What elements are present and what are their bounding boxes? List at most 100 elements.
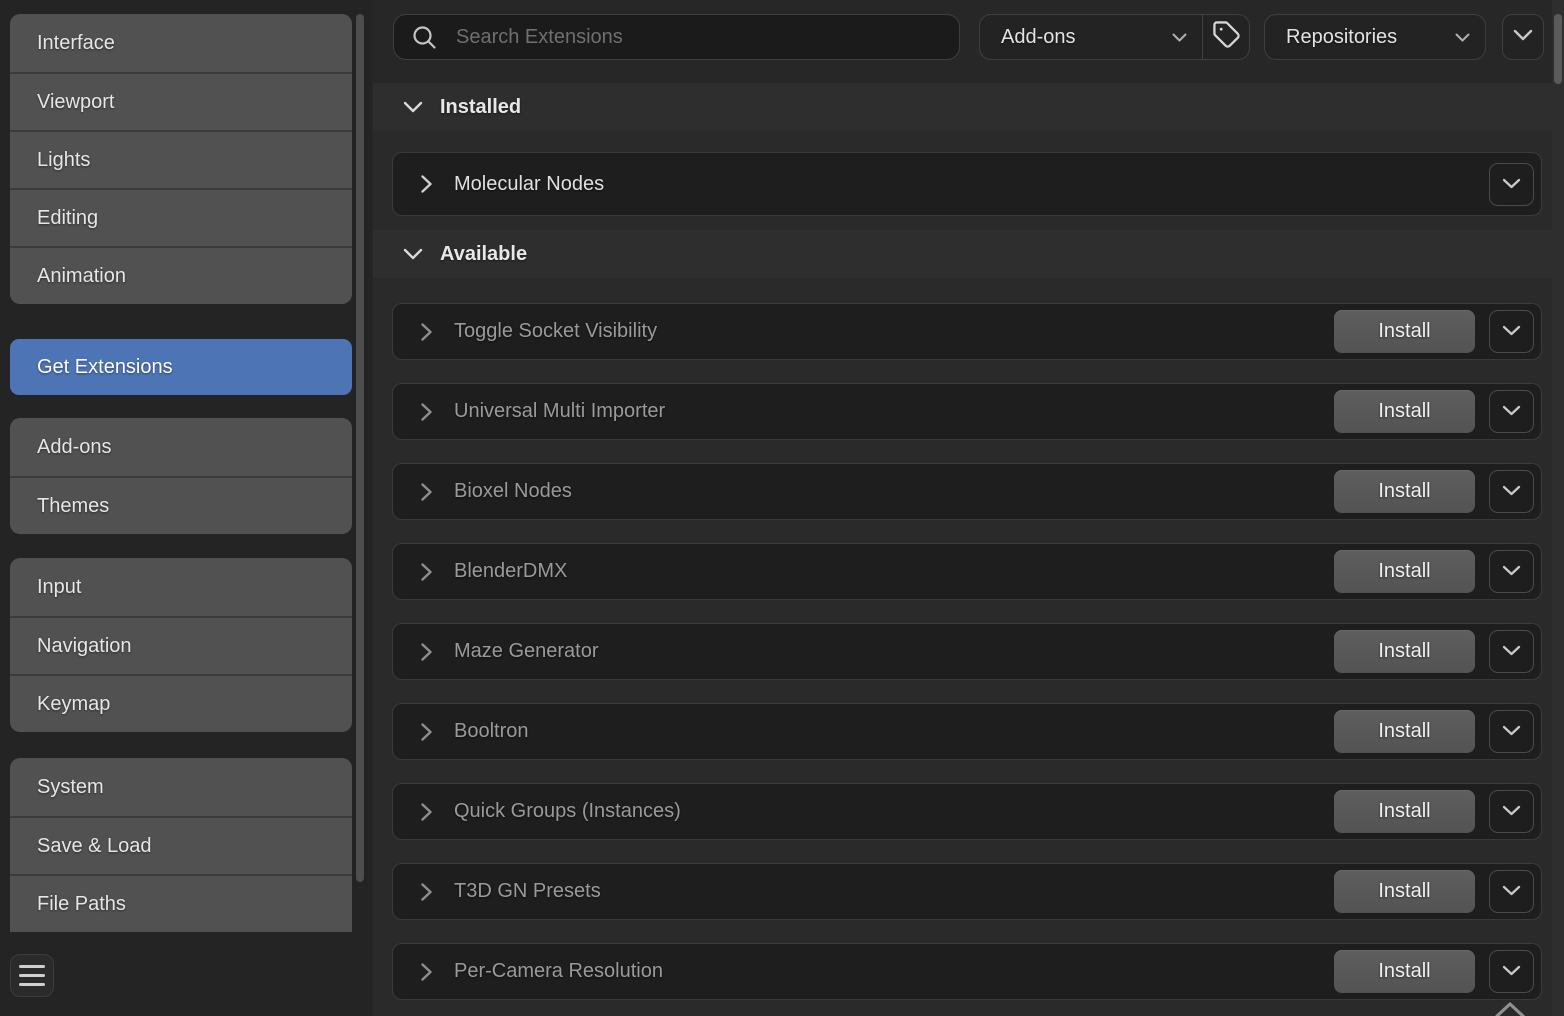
install-button[interactable]: Install <box>1334 950 1475 993</box>
extension-name: Maze Generator <box>454 640 599 663</box>
chevron-down-icon <box>403 248 423 260</box>
sidebar-scrollbar-thumb[interactable] <box>356 14 364 882</box>
search-icon <box>411 24 438 51</box>
search-input[interactable] <box>454 25 945 50</box>
extension-name: Quick Groups (Instances) <box>454 800 681 823</box>
extension-name: T3D GN Presets <box>454 880 601 903</box>
repositories-value: Repositories <box>1286 26 1397 49</box>
sidebar-item-label: File Paths <box>37 893 126 916</box>
sidebar-item-animation[interactable]: Animation <box>10 246 352 304</box>
preferences-sidebar: Interface Viewport Lights Editing Animat… <box>0 0 372 1016</box>
sidebar-item-label: Keymap <box>37 693 110 716</box>
tag-icon <box>1212 20 1241 54</box>
chevron-down-icon <box>1502 884 1521 899</box>
extension-options-dropdown[interactable] <box>1489 470 1534 513</box>
install-button[interactable]: Install <box>1334 310 1475 353</box>
chevron-right-icon <box>420 642 433 662</box>
preferences-menu-button[interactable] <box>10 954 54 997</box>
extension-row-toggle-socket-visibility[interactable]: Toggle Socket Visibility Install <box>392 303 1542 360</box>
sidebar-item-file-paths[interactable]: File Paths <box>10 874 352 932</box>
sidebar-group-1: Interface Viewport Lights Editing Animat… <box>10 14 352 304</box>
extension-row-booltron[interactable]: Booltron Install <box>392 703 1542 760</box>
sidebar-item-lights[interactable]: Lights <box>10 130 352 188</box>
extensions-main-area: Add-ons Repositories <box>372 0 1564 1016</box>
install-button[interactable]: Install <box>1334 870 1475 913</box>
extension-row-blenderdmx[interactable]: BlenderDMX Install <box>392 543 1542 600</box>
sidebar-item-label: Navigation <box>37 635 132 658</box>
install-button[interactable]: Install <box>1334 710 1475 753</box>
sidebar-item-label: Get Extensions <box>37 356 173 379</box>
extension-options-dropdown[interactable] <box>1489 950 1534 993</box>
install-button[interactable]: Install <box>1334 630 1475 673</box>
chevron-down-icon <box>1502 324 1521 339</box>
sidebar-item-addons[interactable]: Add-ons <box>10 418 352 476</box>
sidebar-item-label: Animation <box>37 265 126 288</box>
chevron-down-icon <box>1502 177 1521 192</box>
installed-panel-title: Installed <box>440 96 521 119</box>
sidebar-item-get-extensions-selected[interactable]: Get Extensions <box>10 339 352 395</box>
sidebar-item-interface[interactable]: Interface <box>10 14 352 72</box>
sidebar-item-label: Themes <box>37 495 109 518</box>
scroll-up-indicator-icon <box>1493 1001 1527 1016</box>
extension-row-universal-multi-importer[interactable]: Universal Multi Importer Install <box>392 383 1542 440</box>
sidebar-group-2: Add-ons Themes <box>10 418 352 534</box>
chevron-down-icon <box>1502 644 1521 659</box>
extension-row-per-camera-resolution[interactable]: Per-Camera Resolution Install <box>392 943 1542 1000</box>
extension-name: Universal Multi Importer <box>454 400 665 423</box>
sidebar-item-themes[interactable]: Themes <box>10 476 352 534</box>
available-panel-title: Available <box>440 243 527 266</box>
chevron-right-icon <box>420 562 433 582</box>
sidebar-item-label: Input <box>37 576 81 599</box>
extension-options-dropdown[interactable] <box>1489 870 1534 913</box>
extension-row-maze-generator[interactable]: Maze Generator Install <box>392 623 1542 680</box>
search-extensions-field[interactable] <box>393 14 960 60</box>
extension-row-t3d-gn-presets[interactable]: T3D GN Presets Install <box>392 863 1542 920</box>
install-button[interactable]: Install <box>1334 790 1475 833</box>
extension-options-dropdown[interactable] <box>1489 710 1534 753</box>
installed-panel-body: Molecular Nodes <box>373 131 1552 230</box>
installed-panel-header[interactable]: Installed <box>373 83 1552 131</box>
install-button[interactable]: Install <box>1334 550 1475 593</box>
sidebar-item-navigation[interactable]: Navigation <box>10 616 352 674</box>
sidebar-item-label: Editing <box>37 207 98 230</box>
extension-row-molecular-nodes[interactable]: Molecular Nodes <box>392 152 1542 216</box>
chevron-down-icon <box>1502 484 1521 499</box>
sidebar-item-save-load[interactable]: Save & Load <box>10 816 352 874</box>
sidebar-item-label: System <box>37 776 104 799</box>
main-scrollbar-track[interactable] <box>1552 0 1564 1016</box>
repositories-dropdown[interactable]: Repositories <box>1264 14 1486 60</box>
extension-name: Booltron <box>454 720 529 743</box>
sidebar-item-editing[interactable]: Editing <box>10 188 352 246</box>
install-button[interactable]: Install <box>1334 470 1475 513</box>
chevron-down-icon <box>1502 964 1521 979</box>
chevron-right-icon <box>420 962 433 982</box>
type-filter-dropdown[interactable]: Add-ons <box>980 15 1202 59</box>
extension-row-bioxel-nodes[interactable]: Bioxel Nodes Install <box>392 463 1542 520</box>
extension-options-dropdown[interactable] <box>1489 390 1534 433</box>
extensions-settings-dropdown[interactable] <box>1502 14 1544 60</box>
tag-filter-button[interactable] <box>1203 15 1249 59</box>
extension-row-quick-groups-instances[interactable]: Quick Groups (Instances) Install <box>392 783 1542 840</box>
menu-icon <box>19 983 45 986</box>
chevron-down-icon <box>1172 33 1187 42</box>
menu-icon <box>19 965 45 968</box>
type-filter-value: Add-ons <box>1001 26 1076 49</box>
main-scrollbar-thumb[interactable] <box>1554 14 1562 84</box>
available-panel-header[interactable]: Available <box>373 230 1552 278</box>
chevron-down-icon <box>403 101 423 113</box>
extension-options-dropdown[interactable] <box>1489 790 1534 833</box>
install-button[interactable]: Install <box>1334 390 1475 433</box>
sidebar-item-input[interactable]: Input <box>10 558 352 616</box>
extension-options-dropdown[interactable] <box>1489 163 1534 206</box>
chevron-down-icon <box>1502 724 1521 739</box>
sidebar-item-label: Add-ons <box>37 436 112 459</box>
extension-options-dropdown[interactable] <box>1489 630 1534 673</box>
chevron-right-icon <box>420 482 433 502</box>
chevron-right-icon <box>420 402 433 422</box>
chevron-down-icon <box>1513 28 1533 46</box>
extension-options-dropdown[interactable] <box>1489 550 1534 593</box>
sidebar-item-viewport[interactable]: Viewport <box>10 72 352 130</box>
sidebar-item-system[interactable]: System <box>10 758 352 816</box>
extension-options-dropdown[interactable] <box>1489 310 1534 353</box>
sidebar-item-keymap[interactable]: Keymap <box>10 674 352 732</box>
